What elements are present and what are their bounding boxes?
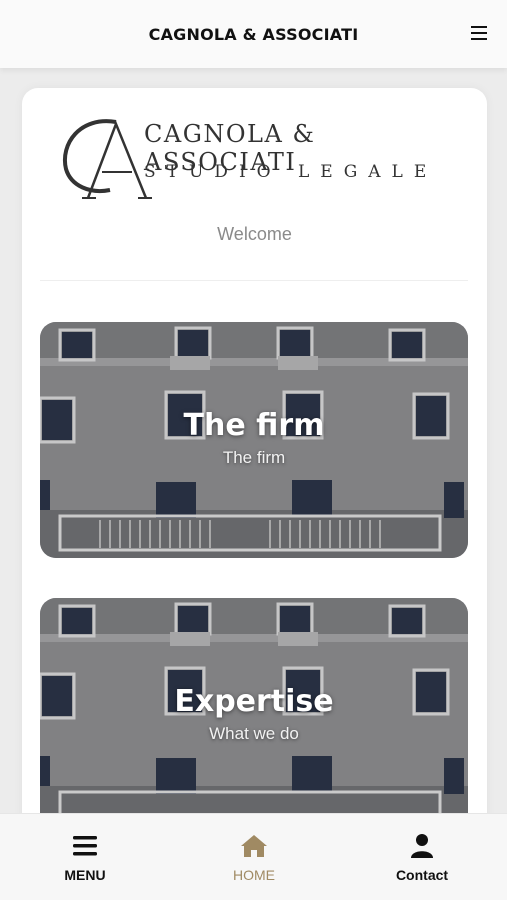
tile-title: The firm [183, 408, 325, 443]
tile-subtitle: The firm [222, 448, 286, 467]
tile-the-firm[interactable]: The firm The firm [40, 322, 468, 558]
firm-logo: CAGNOLA & ASSOCIATI STUDIO LEGALE [58, 114, 458, 204]
nav-label: MENU [64, 866, 106, 883]
app-title: CAGNOLA & ASSOCIATI [148, 24, 359, 44]
home-icon [241, 834, 267, 857]
nav-label: HOME [233, 866, 275, 883]
hamburger-icon [73, 835, 97, 855]
divider [40, 280, 468, 281]
welcome-text: Welcome [217, 224, 292, 244]
nav-label: Contact [395, 866, 449, 883]
logo-subtitle: STUDIO LEGALE [144, 162, 438, 182]
bottom-navigation: MENU HOME Contact [0, 813, 507, 900]
user-icon [411, 833, 433, 858]
top-app-bar: CAGNOLA & ASSOCIATI [0, 0, 507, 68]
nav-item-contact[interactable]: Contact [352, 814, 492, 900]
tile-title: Expertise [174, 684, 334, 719]
content-card: CAGNOLA & ASSOCIATI STUDIO LEGALE Welcom… [22, 88, 487, 848]
nav-item-menu[interactable]: MENU [15, 814, 155, 900]
nav-item-home[interactable]: HOME [184, 814, 324, 900]
tile-expertise[interactable]: Expertise What we do [40, 598, 468, 834]
tile-subtitle: What we do [209, 724, 299, 743]
logo-monogram [62, 119, 152, 199]
hamburger-icon[interactable] [471, 24, 487, 42]
